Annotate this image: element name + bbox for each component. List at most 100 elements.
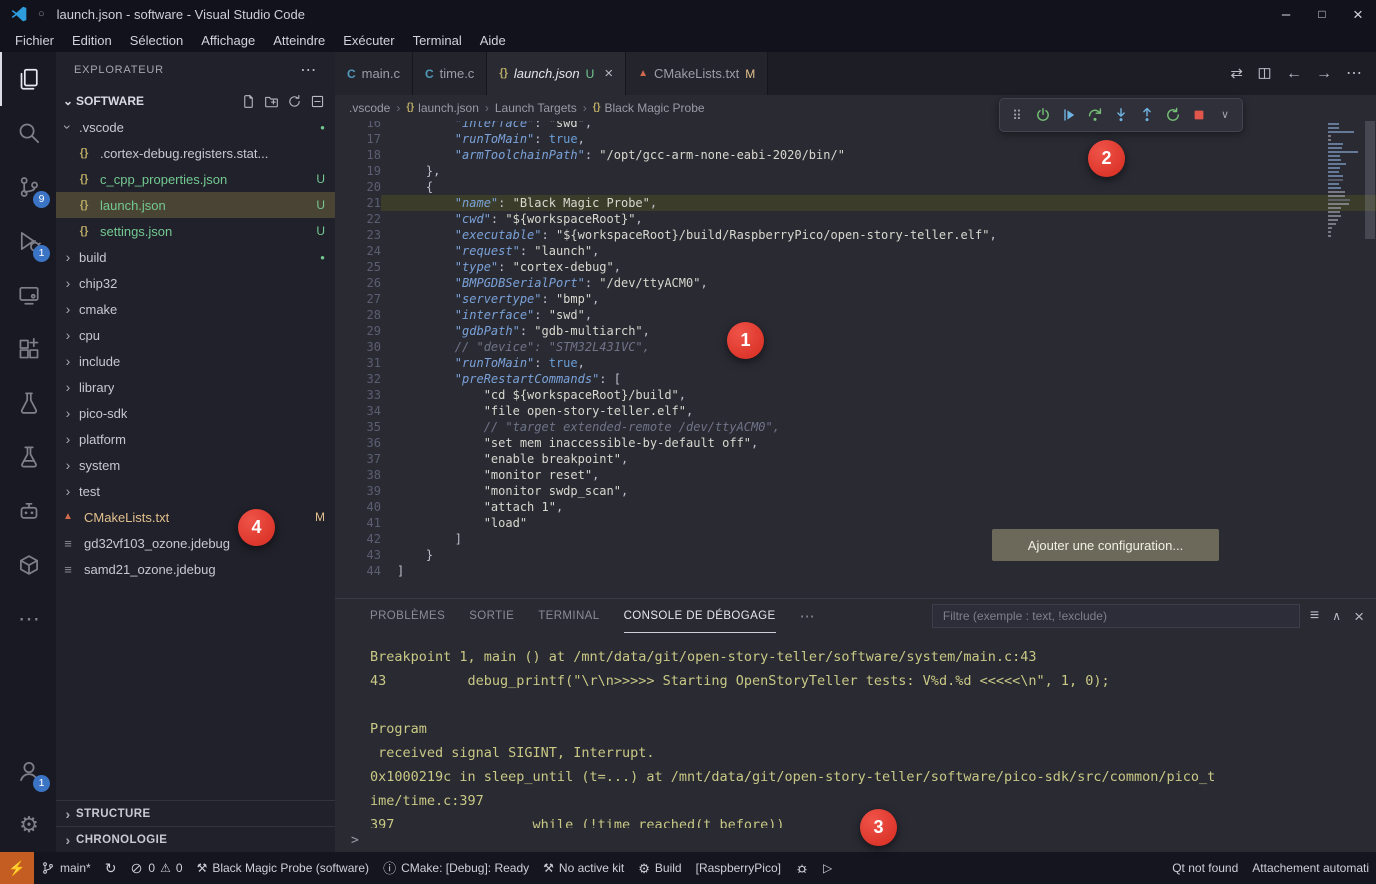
code-line-27[interactable]: 27 "servertype": "bmp", [335,291,1376,307]
code-line-44[interactable]: 44] [335,563,1376,579]
panel-tab-problemes[interactable]: PROBLÈMES [370,599,445,633]
sidebar-section-structure[interactable]: ›STRUCTURE [56,800,335,826]
sidebar-more-actions-icon[interactable]: ⋯ [300,60,317,80]
tree-item-build[interactable]: ›build● [56,244,335,270]
line-number[interactable]: 34 [335,403,381,419]
tab-main-c[interactable]: Cmain.c [335,52,413,95]
continue-button[interactable] [1056,102,1082,128]
minimize-button[interactable]: – [1268,0,1304,28]
line-number[interactable]: 17 [335,131,381,147]
line-number[interactable]: 42 [335,531,381,547]
line-number[interactable]: 43 [335,547,381,563]
line-number[interactable]: 37 [335,451,381,467]
tree-item-samd21-ozone-jdebug[interactable]: ≡samd21_ozone.jdebug [56,556,335,582]
activity-item-cmake[interactable] [0,430,56,484]
code-editor[interactable]: 16 "interface": "swd",17 "runToMain": tr… [335,121,1376,598]
code-line-28[interactable]: 28 "interface": "swd", [335,307,1376,323]
tree-item-gd32vf103-ozone-jdebug[interactable]: ≡gd32vf103_ozone.jdebug [56,530,335,556]
breadcrumb-item-black-magic-probe[interactable]: {}Black Magic Probe [593,101,705,115]
navigate-back-button[interactable]: ← [1286,66,1302,82]
line-number[interactable]: 44 [335,563,381,579]
tree-item-cmake[interactable]: ›cmake [56,296,335,322]
add-configuration-button[interactable]: Ajouter une configuration... [992,529,1219,561]
line-number[interactable]: 29 [335,323,381,339]
code-line-43[interactable]: 43 } [335,547,1376,563]
activity-item-search[interactable] [0,106,56,160]
line-number[interactable]: 25 [335,259,381,275]
line-number[interactable]: 24 [335,243,381,259]
code-line-30[interactable]: 30 // "device": "STM32L431VC", [335,339,1376,355]
menu-item-atteindre[interactable]: Atteindre [264,33,334,48]
editor-more-actions-button[interactable]: ⋯ [1346,66,1362,82]
new-folder-button[interactable] [264,94,279,109]
maximize-button[interactable]: □ [1304,0,1340,28]
activity-item-explorer[interactable] [0,52,56,106]
activity-item-extensions[interactable] [0,322,56,376]
line-number[interactable]: 18 [335,147,381,163]
tree-item-cortex-debug-registers-stat[interactable]: {}.cortex-debug.registers.stat... [56,140,335,166]
restart-button[interactable] [1160,102,1186,128]
status-cmake-debug-target[interactable] [788,852,816,884]
new-file-button[interactable] [241,94,256,109]
maximize-panel-button[interactable]: ∧ [1332,610,1341,622]
sidebar-section-header[interactable]: ⌄ SOFTWARE [56,88,335,114]
status-qt-status[interactable]: Qt not found [1165,852,1245,884]
tab-cmakelists-txt[interactable]: ▲CMakeLists.txtM [626,52,768,95]
line-number[interactable]: 30 [335,339,381,355]
tree-item-chip32[interactable]: ›chip32 [56,270,335,296]
line-number[interactable]: 33 [335,387,381,403]
status-cmake-kit[interactable]: ⚒No active kit [536,852,631,884]
activity-item-remote-explorer[interactable] [0,268,56,322]
filter-lines-button[interactable]: ≡ [1310,608,1319,624]
code-line-18[interactable]: 18 "armToolchainPath": "/opt/gcc-arm-non… [335,147,1376,163]
debug-console[interactable]: Breakpoint 1, main () at /mnt/data/git/o… [335,633,1376,828]
line-number[interactable]: 32 [335,371,381,387]
line-number[interactable]: 31 [335,355,381,371]
status-cmake-launch-target[interactable]: ▷ [816,852,839,884]
status-cmake-variant[interactable]: [RaspberryPico] [689,852,788,884]
sidebar-section-chronologie[interactable]: ›CHRONOLOGIE [56,826,335,852]
close-panel-button[interactable]: × [1354,608,1364,625]
tree-item-launch-json[interactable]: {}launch.jsonU [56,192,335,218]
line-number[interactable]: 28 [335,307,381,323]
panel-more-tabs-icon[interactable]: ⋯ [800,607,815,625]
refresh-explorer-button[interactable] [287,94,302,109]
code-line-21[interactable]: 21 "name": "Black Magic Probe", [335,195,1376,211]
status-git-branch[interactable]: main* [34,852,98,884]
code-line-41[interactable]: 41 "load" [335,515,1376,531]
step-over-button[interactable] [1082,102,1108,128]
code-line-23[interactable]: 23 "executable": "${workspaceRoot}/build… [335,227,1376,243]
line-number[interactable]: 16 [335,121,381,131]
tree-item-system[interactable]: ›system [56,452,335,478]
code-line-39[interactable]: 39 "monitor swdp_scan", [335,483,1376,499]
tree-item-test[interactable]: ›test [56,478,335,504]
code-line-42[interactable]: 42 ] [335,531,1376,547]
code-line-24[interactable]: 24 "request": "launch", [335,243,1376,259]
tree-item-cpu[interactable]: ›cpu [56,322,335,348]
panel-tab-sortie[interactable]: SORTIE [469,599,514,633]
tab-launch-json[interactable]: {}launch.jsonU× [487,52,626,95]
status-debug-launch-config[interactable]: ⚒Black Magic Probe (software) [190,852,377,884]
menu-item-edition[interactable]: Edition [63,33,121,48]
status-problems[interactable]: 0⚠0 [123,852,189,884]
collapse-folders-button[interactable] [310,94,325,109]
tab-time-c[interactable]: Ctime.c [413,52,487,95]
code-line-35[interactable]: 35 // "target extended-remote /dev/ttyAC… [335,419,1376,435]
code-line-33[interactable]: 33 "cd ${workspaceRoot}/build", [335,387,1376,403]
tree-item-library[interactable]: ›library [56,374,335,400]
tree-item-platform[interactable]: ›platform [56,426,335,452]
activity-item-source-control[interactable]: 9 [0,160,56,214]
minimap[interactable] [1328,123,1362,237]
step-out-button[interactable] [1134,102,1160,128]
open-changes-button[interactable]: ⇄ [1230,66,1243,81]
tree-item-vscode[interactable]: ›.vscode● [56,114,335,140]
gripper-button[interactable]: ⠿ [1004,102,1030,128]
code-line-40[interactable]: 40 "attach 1", [335,499,1376,515]
code-line-20[interactable]: 20 { [335,179,1376,195]
breadcrumb-item-launch-json[interactable]: {}launch.json [406,101,479,115]
status-sync-changes[interactable]: ↻ [98,852,124,884]
status-cmake-build[interactable]: ⚙Build [631,852,688,884]
tree-item-include[interactable]: ›include [56,348,335,374]
navigate-forward-button[interactable]: → [1316,66,1332,82]
split-editor-button[interactable] [1257,66,1272,81]
